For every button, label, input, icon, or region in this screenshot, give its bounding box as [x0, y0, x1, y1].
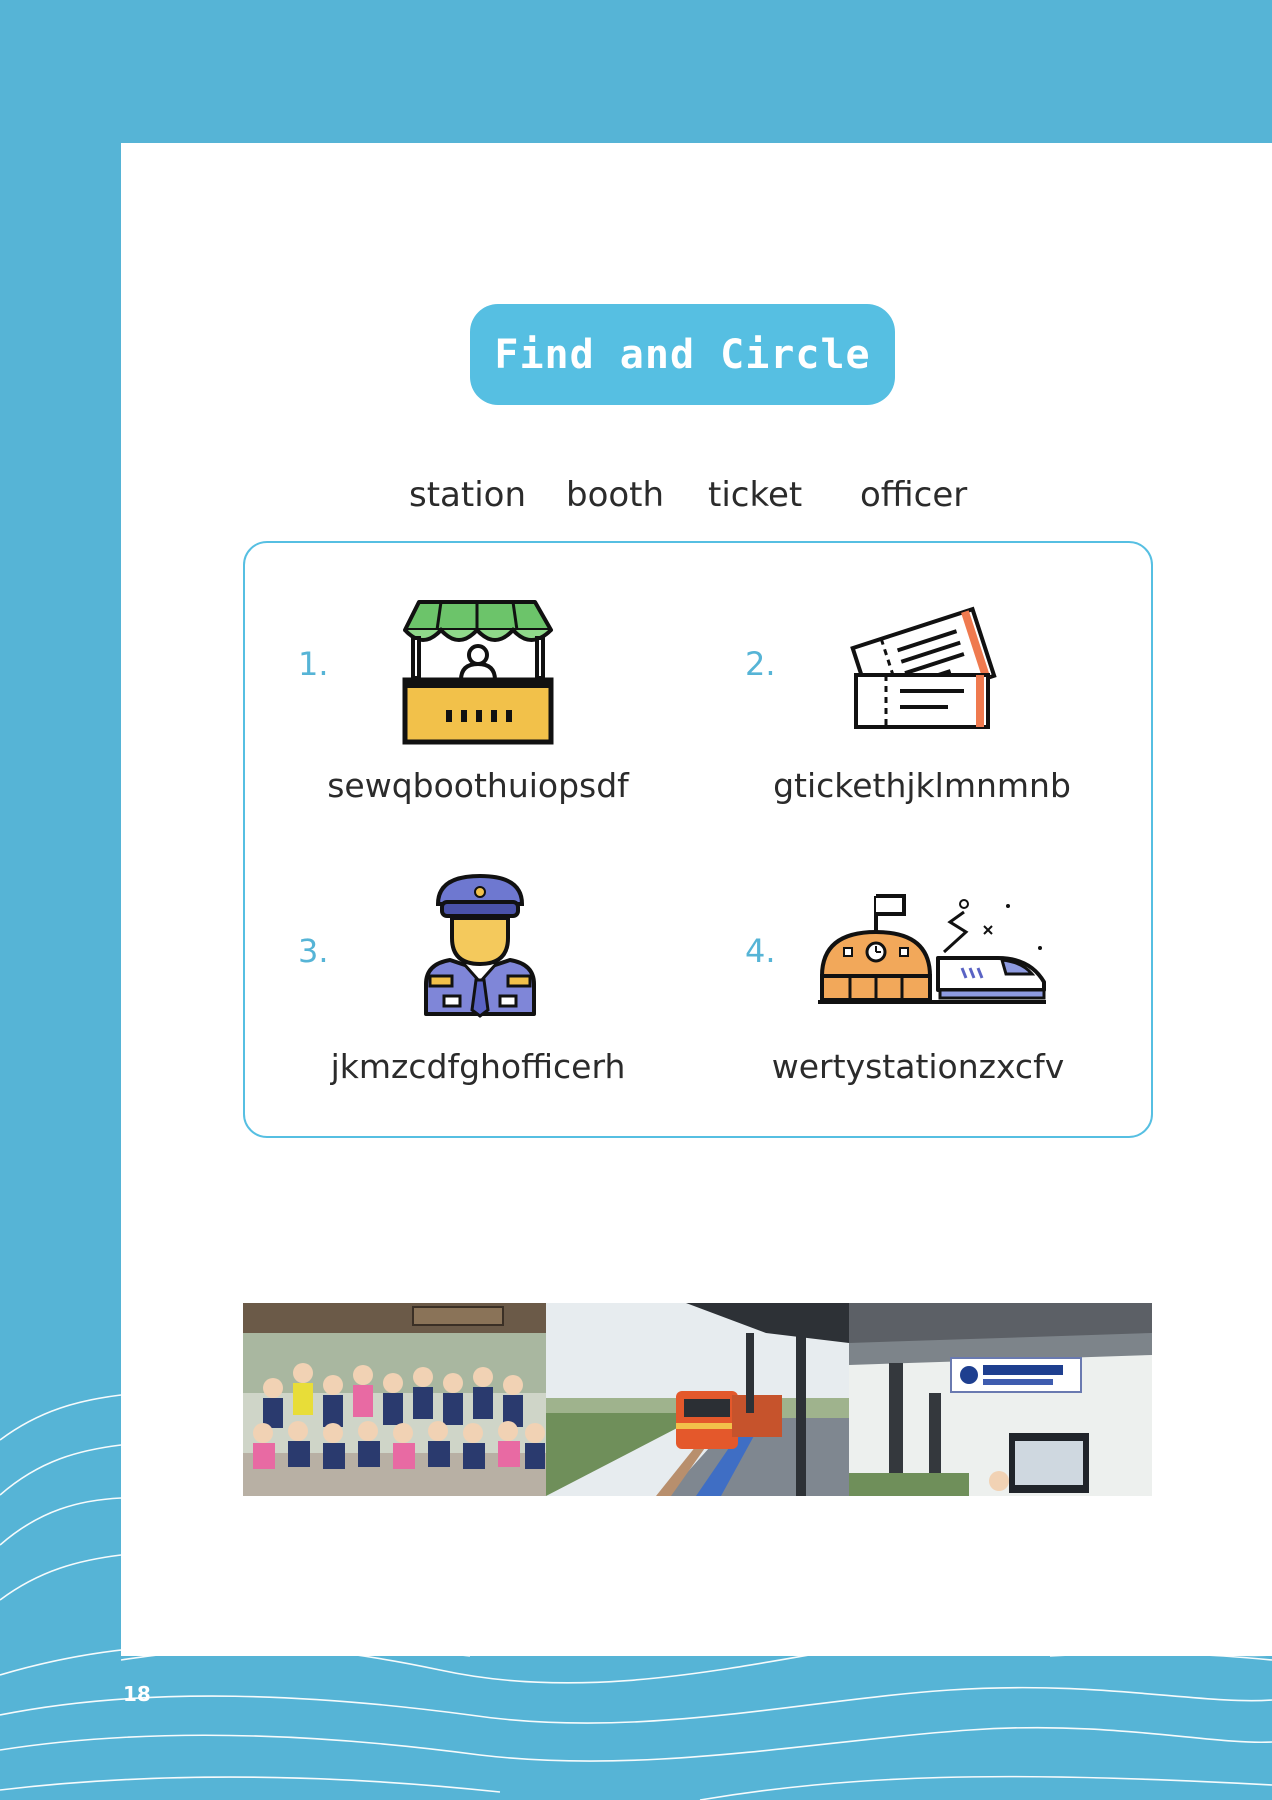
page-title-text: Find and Circle	[494, 331, 871, 378]
item-number-2: 2.	[745, 645, 776, 683]
word-bank: station booth ticket officer	[0, 470, 1272, 520]
puzzle-string-3: jkmzcdfghofficerh	[330, 1047, 626, 1086]
word-bank-station: station	[409, 475, 527, 515]
page-title: Find and Circle	[470, 304, 895, 405]
word-bank-booth: booth	[566, 475, 665, 515]
item-number-3: 3.	[298, 932, 329, 970]
station-sign-photo	[849, 1303, 1152, 1496]
officer-icon	[424, 873, 536, 1018]
ticket-icon	[850, 606, 997, 729]
item-number-1: 1.	[298, 645, 329, 683]
children-group-photo	[243, 1303, 546, 1496]
page-number: 18	[123, 1682, 151, 1706]
ticket-booth-icon	[402, 600, 554, 745]
item-number-4: 4.	[745, 932, 776, 970]
train-platform-photo	[546, 1303, 849, 1496]
station-train-icon	[818, 894, 1046, 1004]
puzzle-string-4: wertystationzxcfv	[771, 1047, 1065, 1086]
puzzle-string-2: gtickethjklmnmnb	[773, 766, 1071, 805]
word-bank-officer: officer	[860, 475, 968, 515]
photo-strip	[243, 1303, 1152, 1496]
puzzle-string-1: sewqboothuiopsdf	[327, 766, 629, 805]
word-bank-ticket: ticket	[708, 475, 803, 515]
